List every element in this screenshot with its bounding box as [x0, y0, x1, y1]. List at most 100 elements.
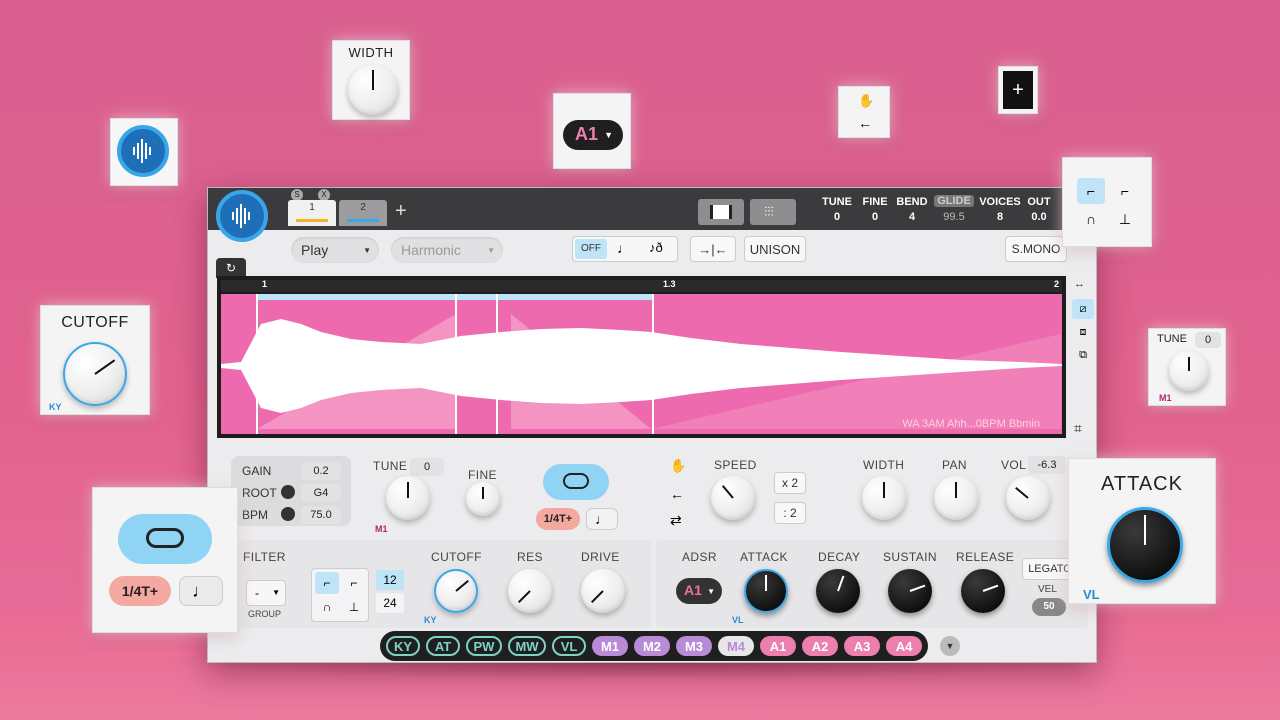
header-glide-value[interactable]: 99.5: [934, 211, 974, 223]
mod-m4[interactable]: M4: [718, 636, 754, 656]
mod-a3[interactable]: A3: [844, 636, 880, 656]
floating-note-sync-button[interactable]: ♩: [179, 576, 223, 606]
floating-cutoff-knob[interactable]: [63, 342, 127, 406]
speed-knob[interactable]: [711, 476, 755, 520]
header-voices-value[interactable]: 8: [978, 211, 1022, 223]
bpm-value[interactable]: 75.0: [301, 506, 341, 524]
floating-loop-button[interactable]: [118, 514, 212, 564]
header-fine-value[interactable]: 0: [860, 211, 890, 223]
unison-button[interactable]: UNISON: [744, 236, 806, 262]
mod-a2[interactable]: A2: [802, 636, 838, 656]
floating-width-knob[interactable]: [348, 65, 398, 115]
tab-1[interactable]: 1: [288, 200, 336, 226]
highpass-icon[interactable]: ⌐: [342, 572, 366, 594]
bandpass-icon[interactable]: ∩: [1077, 206, 1105, 232]
note-sync-button[interactable]: ♩: [586, 508, 618, 530]
expand-down-button[interactable]: ▼: [940, 636, 960, 656]
keyboard-view-button[interactable]: [698, 199, 744, 225]
floating-a1-select[interactable]: A1 ▼: [563, 120, 623, 150]
slice-icon[interactable]: ⧉: [1072, 345, 1094, 365]
floating-plus-button[interactable]: +: [1003, 71, 1033, 109]
tab-2[interactable]: 2: [339, 200, 387, 226]
mod-ky[interactable]: KY: [386, 636, 420, 656]
speed-div2-button[interactable]: : 2: [774, 502, 806, 524]
vol-value[interactable]: -6.3: [1028, 456, 1066, 474]
floating-loop-rate-button[interactable]: 1/4T+: [109, 576, 171, 606]
vol-knob[interactable]: [1006, 476, 1050, 520]
lowpass-icon[interactable]: ⌐: [1077, 178, 1105, 204]
res-knob[interactable]: [508, 569, 552, 613]
header-tune-value[interactable]: 0: [820, 211, 854, 223]
group-label: GROUP: [248, 609, 282, 619]
sample-params-box: GAIN 0.2 ROOT G4 BPM 75.0: [231, 456, 351, 526]
hand-icon[interactable]: ✋: [858, 93, 874, 109]
mod-vl[interactable]: VL: [552, 636, 586, 656]
loop-off-button[interactable]: OFF: [575, 239, 607, 259]
adsr-attack-knob[interactable]: [744, 569, 788, 613]
filter-type-select[interactable]: - ▼: [246, 580, 286, 606]
mod-at[interactable]: AT: [426, 636, 460, 656]
release-knob[interactable]: [961, 569, 1005, 613]
loop-button[interactable]: [543, 464, 609, 500]
arrow-left-icon[interactable]: ←: [858, 115, 872, 131]
mixer-view-button[interactable]: ⫶⫶⫶: [750, 199, 796, 225]
floating-attack-knob[interactable]: [1107, 507, 1183, 583]
width-knob[interactable]: [862, 476, 906, 520]
highpass-icon[interactable]: ⌐: [1111, 178, 1139, 204]
vel-value[interactable]: 50: [1032, 598, 1066, 616]
mod-a1[interactable]: A1: [760, 636, 796, 656]
hand-icon[interactable]: ✋: [670, 458, 686, 474]
view-arrows-icon[interactable]: ↔: [1074, 278, 1085, 290]
loop-rate-button[interactable]: 1/4T+: [536, 508, 580, 530]
smono-button[interactable]: S.MONO: [1005, 236, 1067, 262]
adsr-source-select[interactable]: A1 ▼: [676, 578, 722, 604]
notch-icon[interactable]: ⊥: [1111, 206, 1139, 232]
harmonic-select[interactable]: Harmonic ▼: [391, 237, 503, 263]
waveform-display[interactable]: 1 1.3 2 WA 3AM Ahh...0BPM Bbmin: [217, 276, 1066, 438]
speed-x2-button[interactable]: x 2: [774, 472, 806, 494]
mod-mw[interactable]: MW: [508, 636, 546, 656]
root-mode-icon[interactable]: [281, 485, 295, 499]
arrow-left-icon[interactable]: ←: [670, 486, 684, 502]
floating-tune-value[interactable]: 0: [1195, 332, 1221, 348]
filter-cutoff-knob[interactable]: [434, 569, 478, 613]
mod-m1[interactable]: M1: [592, 636, 628, 656]
root-value[interactable]: G4: [301, 484, 341, 502]
piano-icon: [710, 205, 732, 219]
lowpass-icon[interactable]: ⌐: [315, 572, 339, 594]
tune-value[interactable]: 0: [410, 458, 444, 476]
notch-icon[interactable]: ⊥: [342, 596, 366, 618]
slope-24-button[interactable]: 24: [376, 593, 404, 613]
sustain-knob[interactable]: [888, 569, 932, 613]
decay-knob[interactable]: [816, 569, 860, 613]
app-logo-icon[interactable]: [216, 190, 268, 242]
drive-knob[interactable]: [581, 569, 625, 613]
gain-value[interactable]: 0.2: [301, 462, 341, 480]
stretch-button[interactable]: →|←: [690, 236, 736, 262]
mod-a4[interactable]: A4: [886, 636, 922, 656]
region-icon[interactable]: ⧈: [1072, 322, 1094, 342]
mod-pw[interactable]: PW: [466, 636, 502, 656]
header-out-value[interactable]: 0.0: [1024, 211, 1054, 223]
header-bend-value[interactable]: 4: [896, 211, 928, 223]
mod-m2[interactable]: M2: [634, 636, 670, 656]
floating-width-card: WIDTH: [332, 40, 410, 120]
swap-arrows-icon[interactable]: ⇄: [670, 512, 682, 529]
bandpass-icon[interactable]: ∩: [315, 596, 339, 618]
slope-12-button[interactable]: 12: [376, 570, 404, 590]
header-glide-label[interactable]: GLIDE: [934, 195, 974, 207]
add-tab-button[interactable]: +: [395, 200, 407, 223]
sustain-label: SUSTAIN: [883, 550, 937, 564]
snap-icon[interactable]: ⧄: [1072, 299, 1094, 319]
tune-knob[interactable]: [386, 476, 430, 520]
sample-swap-icon[interactable]: ↻: [216, 258, 246, 278]
floating-tune-knob[interactable]: [1169, 351, 1209, 391]
crop-icon[interactable]: ⌗: [1074, 420, 1082, 437]
note-lock-icon[interactable]: ♪ð: [649, 240, 663, 255]
bpm-mode-icon[interactable]: [281, 507, 295, 521]
pan-knob[interactable]: [934, 476, 978, 520]
note-icon[interactable]: ♩: [617, 240, 631, 256]
play-mode-select[interactable]: Play ▼: [291, 237, 379, 263]
fine-knob[interactable]: [466, 482, 500, 516]
mod-m3[interactable]: M3: [676, 636, 712, 656]
